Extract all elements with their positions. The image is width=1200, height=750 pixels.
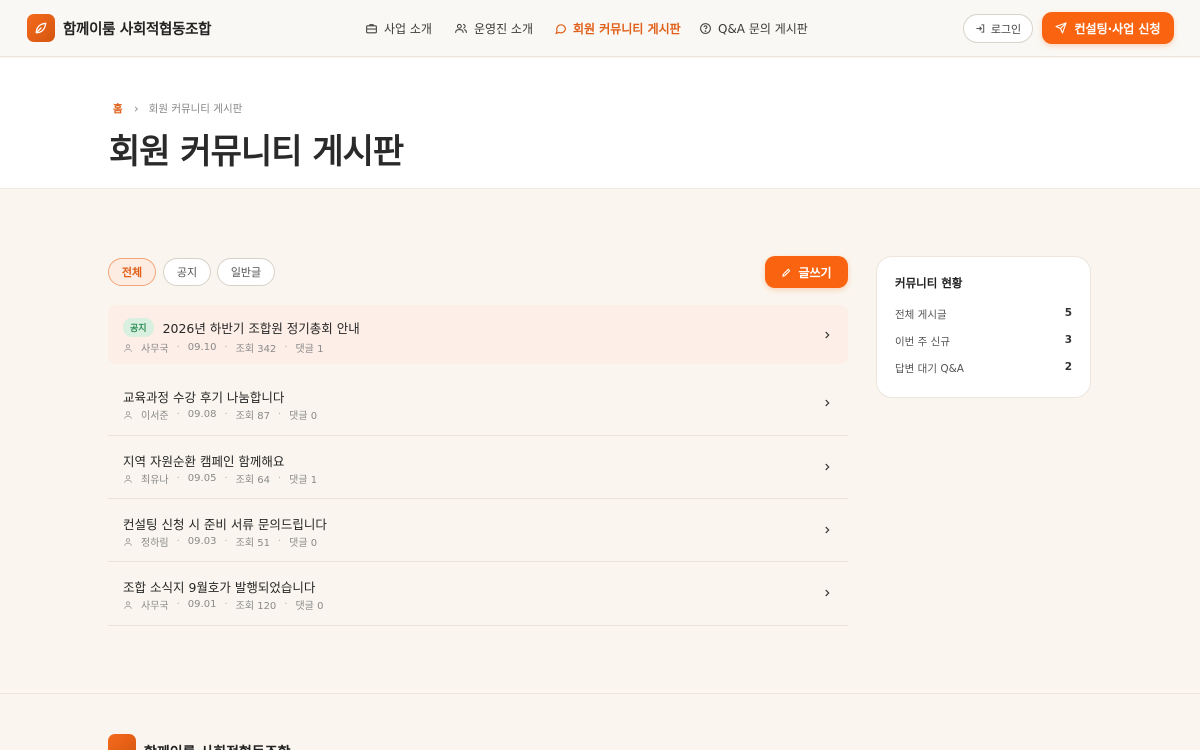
stat-total-posts: 전체 게시글 5 xyxy=(895,307,1072,322)
page-title: 회원 커뮤니티 게시판 xyxy=(109,132,404,172)
stat-new-this-week: 이번 주 신규 3 xyxy=(895,334,1072,349)
post-row[interactable]: 지역 자원순환 캠페인 함께해요 최유나 · 09.05 · 조회 64 · 댓글 1 xyxy=(108,436,848,499)
nav-community-board[interactable]: 회원 커뮤니티 게시판 xyxy=(554,19,681,37)
post-meta: 최유나 · 09.05 · 조회 64 · 댓글 1 xyxy=(123,471,317,486)
nav-label: Q&A 문의 게시판 xyxy=(718,21,808,36)
nav-label: 운영진 소개 xyxy=(474,21,534,36)
stat-value: 5 xyxy=(1064,307,1072,319)
post-title-row: 공지 2026년 하반기 조합원 정기총회 안내 xyxy=(123,318,360,337)
filter-all[interactable]: 전체 xyxy=(108,258,156,286)
post-comments: 댓글 0 xyxy=(295,601,324,612)
post-author: 정하림 xyxy=(141,538,169,549)
community-stats-card: 커뮤니티 현황 전체 게시글 5 이번 주 신규 3 답변 대기 Q&A 2 xyxy=(876,256,1091,398)
filter-general[interactable]: 일반글 xyxy=(217,258,275,286)
post-row[interactable]: 컨설팅 신청 시 준비 서류 문의드립니다 정하림 · 09.03 · 조회 51 ·… xyxy=(108,499,848,562)
post-date: 09.01 xyxy=(187,599,217,610)
post-comments: 댓글 1 xyxy=(289,475,318,486)
users-icon xyxy=(455,23,467,33)
stat-label: 답변 대기 Q&A xyxy=(895,363,964,375)
chat-icon xyxy=(555,23,566,34)
breadcrumb-current: 회원 커뮤니티 게시판 xyxy=(148,103,243,115)
post-comments: 댓글 0 xyxy=(289,538,318,549)
post-title[interactable]: 지역 자원순환 캠페인 함께해요 xyxy=(123,451,284,470)
post-title-row: 조합 소식지 9월호가 발행되었습니다 xyxy=(123,577,315,596)
stat-pending-qna: 답변 대기 Q&A 2 xyxy=(895,361,1072,376)
chevron-right-icon xyxy=(825,399,830,407)
post-date: 09.03 xyxy=(187,536,217,547)
user-icon xyxy=(124,474,132,483)
post-views: 조회 120 xyxy=(235,601,277,612)
user-icon xyxy=(124,410,132,419)
post-title[interactable]: 교육과정 수강 후기 나눔합니다 xyxy=(123,387,284,406)
chevron-right-icon xyxy=(825,463,830,471)
write-label: 글쓰기 xyxy=(798,265,832,280)
post-author: 사무국 xyxy=(141,601,169,612)
stats-title: 커뮤니티 현황 xyxy=(895,276,963,290)
help-circle-icon xyxy=(700,22,711,34)
post-row-notice[interactable]: 공지 2026년 하반기 조합원 정기총회 안내 사무국 · 09.10 · 조회 … xyxy=(108,305,848,364)
post-comments: 댓글 0 xyxy=(289,411,318,422)
post-views: 조회 87 xyxy=(235,411,270,422)
chevron-right-icon xyxy=(825,589,830,597)
breadcrumb: 홈 회원 커뮤니티 게시판 xyxy=(113,101,242,116)
apply-consulting-button[interactable]: 컨설팅·사업 신청 xyxy=(1042,12,1174,44)
post-row[interactable]: 교육과정 수강 후기 나눔합니다 이서준 · 09.08 · 조회 87 · 댓글 0 xyxy=(108,372,848,436)
pencil-icon xyxy=(782,268,791,277)
post-date: 09.10 xyxy=(187,342,217,353)
nav-label: 사업 소개 xyxy=(384,21,432,36)
post-meta: 정하림 · 09.03 · 조회 51 · 댓글 0 xyxy=(123,534,317,549)
chevron-right-icon xyxy=(825,331,830,339)
nav-business-intro[interactable]: 사업 소개 xyxy=(365,19,432,37)
user-icon xyxy=(124,537,132,546)
post-comments: 댓글 1 xyxy=(295,344,324,355)
logo-leaf-icon[interactable] xyxy=(27,14,55,42)
write-post-button[interactable]: 글쓰기 xyxy=(765,256,848,288)
apply-label: 컨설팅·사업 신청 xyxy=(1074,21,1161,36)
post-author: 최유나 xyxy=(141,475,169,486)
site-footer: 함께이룸 사회적협동조합 xyxy=(0,693,1200,750)
post-views: 조회 342 xyxy=(235,344,277,355)
post-title[interactable]: 2026년 하반기 조합원 정기총회 안내 xyxy=(163,318,360,337)
send-icon xyxy=(1055,22,1068,34)
brand-name[interactable]: 함께이룸 사회적협동조합 xyxy=(63,18,211,39)
stat-label: 전체 게시글 xyxy=(895,309,947,321)
user-icon xyxy=(124,343,132,352)
post-date: 09.08 xyxy=(187,409,217,420)
stat-value: 2 xyxy=(1064,361,1072,373)
breadcrumb-home[interactable]: 홈 xyxy=(113,101,123,116)
post-row[interactable]: 조합 소식지 9월호가 발행되었습니다 사무국 · 09.01 · 조회 120 · … xyxy=(108,562,848,626)
post-meta: 이서준 · 09.08 · 조회 87 · 댓글 0 xyxy=(123,407,317,422)
post-author: 사무국 xyxy=(141,344,169,355)
login-button[interactable]: 로그인 xyxy=(963,14,1033,43)
stat-label: 이번 주 신규 xyxy=(895,336,950,348)
post-title-row: 컨설팅 신청 시 준비 서류 문의드립니다 xyxy=(123,514,327,533)
login-label: 로그인 xyxy=(990,22,1022,36)
post-meta: 사무국 · 09.01 · 조회 120 · 댓글 0 xyxy=(123,597,323,612)
footer-logo-icon xyxy=(108,734,136,750)
briefcase-icon xyxy=(366,23,377,33)
post-title[interactable]: 컨설팅 신청 시 준비 서류 문의드립니다 xyxy=(123,514,327,533)
page-hero: 홈 회원 커뮤니티 게시판 회원 커뮤니티 게시판 xyxy=(0,58,1200,189)
top-navbar: 함께이룸 사회적협동조합 사업 소개 운영진 소개 회원 커뮤니티 게시판 Q&… xyxy=(0,0,1200,57)
post-author: 이서준 xyxy=(141,411,169,422)
notice-badge: 공지 xyxy=(123,318,154,337)
post-views: 조회 64 xyxy=(235,475,270,486)
footer-brand: 함께이룸 사회적협동조합 xyxy=(144,742,291,750)
nav-label: 회원 커뮤니티 게시판 xyxy=(573,21,681,36)
post-meta: 사무국 · 09.10 · 조회 342 · 댓글 1 xyxy=(123,340,323,355)
nav-staff-intro[interactable]: 운영진 소개 xyxy=(454,19,533,37)
post-date: 09.05 xyxy=(187,473,217,484)
chevron-right-icon xyxy=(134,105,138,112)
login-icon xyxy=(976,24,985,33)
nav-qna-board[interactable]: Q&A 문의 게시판 xyxy=(699,19,808,37)
post-views: 조회 51 xyxy=(235,538,270,549)
chevron-right-icon xyxy=(825,526,830,534)
stat-value: 3 xyxy=(1064,334,1072,346)
post-title-row: 지역 자원순환 캠페인 함께해요 xyxy=(123,451,284,470)
post-title-row: 교육과정 수강 후기 나눔합니다 xyxy=(123,387,284,406)
filter-notice[interactable]: 공지 xyxy=(163,258,211,286)
post-title[interactable]: 조합 소식지 9월호가 발행되었습니다 xyxy=(123,577,315,596)
user-icon xyxy=(124,600,132,609)
